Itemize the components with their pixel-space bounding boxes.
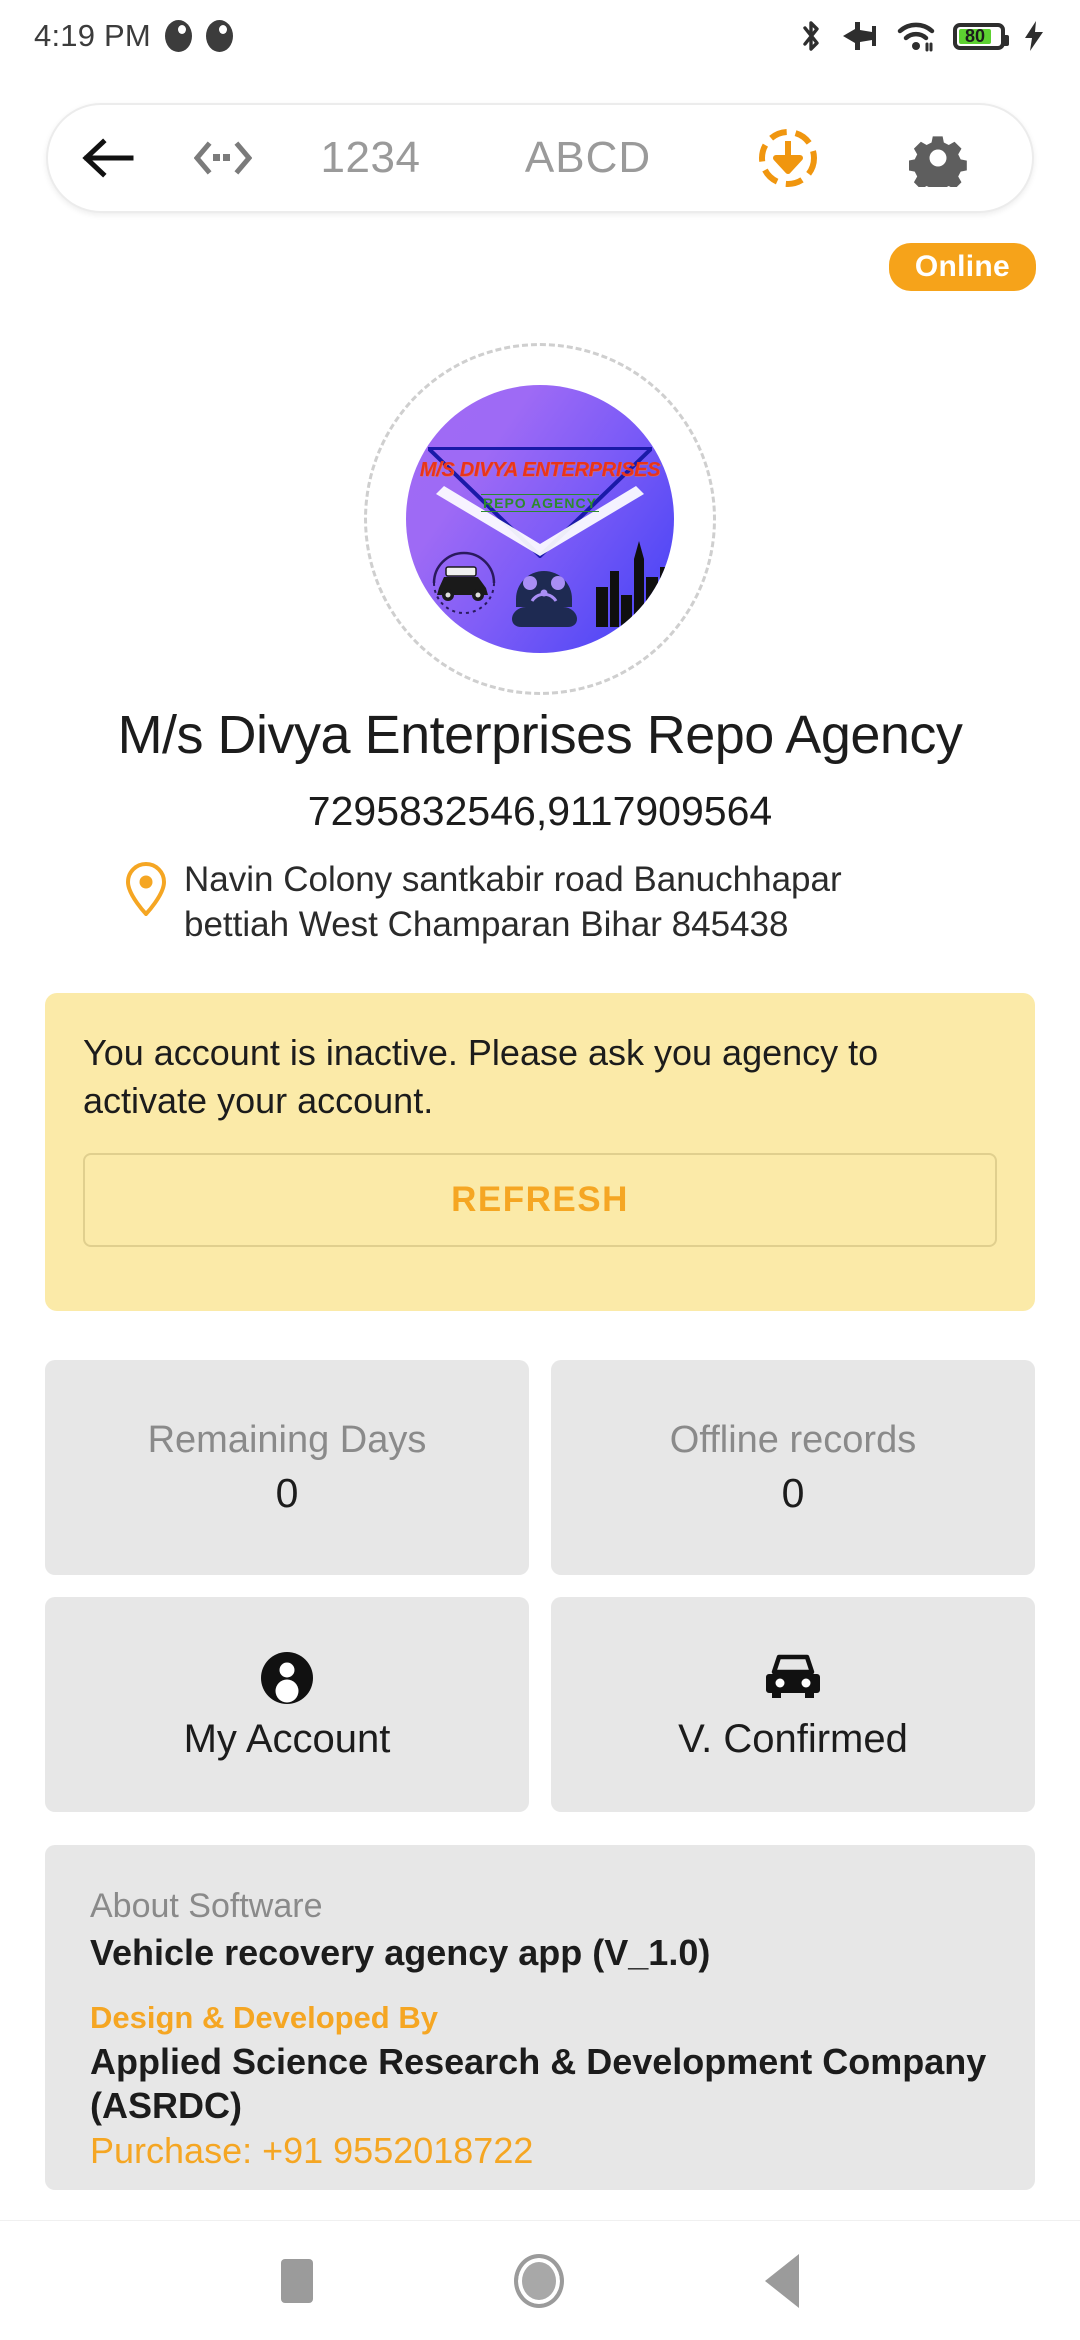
status-bar: 4:19 PM 80 — [0, 0, 1080, 72]
dnd-icon — [205, 20, 233, 52]
triangle-back-icon[interactable] — [765, 2253, 800, 2308]
download-sync-icon — [759, 129, 817, 187]
location-pin-icon — [126, 862, 166, 916]
agency-phone-numbers: 7295832546,9117909564 — [307, 788, 773, 834]
back-button[interactable] — [48, 136, 168, 180]
dnd-icon — [164, 20, 192, 52]
wrench-gear-icon — [512, 571, 577, 627]
square-recents-icon[interactable] — [280, 2258, 313, 2303]
back-arrow-icon — [82, 138, 134, 178]
status-bar-right: 80 — [798, 18, 1046, 54]
dashboard-grid: Remaining Days 0 Offline records 0 My Ac… — [45, 1360, 1035, 1812]
tile-value: 0 — [275, 1469, 299, 1516]
chevron-dots-icon — [194, 141, 252, 175]
tile-value: 0 — [781, 1469, 805, 1516]
status-bar-left: 4:19 PM — [34, 18, 233, 54]
page-title: M/s Divya Enterprises Repo Agency — [117, 705, 963, 765]
airplane-mode-icon — [843, 22, 876, 50]
status-badge: Online — [888, 243, 1036, 291]
tile-label: Offline records — [669, 1418, 917, 1461]
about-software-card: About Software Vehicle recovery agency a… — [45, 1845, 1035, 2190]
remaining-days-tile[interactable]: Remaining Days 0 — [45, 1360, 529, 1575]
agency-address-row: Navin Colony santkabir road Banuchhapar … — [0, 858, 1080, 948]
battery-icon: 80 — [953, 22, 1009, 50]
about-developed-by-label: Design & Developed By — [90, 2000, 438, 2035]
bluetooth-icon — [803, 21, 819, 51]
tile-label: V. Confirmed — [678, 1717, 908, 1761]
refresh-button[interactable]: REFRESH — [83, 1153, 997, 1247]
tile-label: Remaining Days — [147, 1418, 427, 1461]
agency-address: Navin Colony santkabir road Banuchhapar … — [184, 860, 842, 944]
battery-percent: 80 — [964, 26, 986, 46]
offline-records-tile[interactable]: Offline records 0 — [551, 1360, 1035, 1575]
android-navigation-bar — [0, 2220, 1080, 2340]
vehicle-confirmed-tile[interactable]: V. Confirmed — [551, 1597, 1035, 1812]
car-icon — [762, 1647, 824, 1709]
city-skyline-icon — [596, 541, 674, 627]
app-toolbar: 1234 ABCD — [46, 103, 1034, 213]
person-icon — [259, 1647, 315, 1709]
logo-circle: M/S DIVYA ENTERPRISES REPO AGENCY — [406, 385, 674, 653]
about-app-name: Vehicle recovery agency app (V_1.0) — [90, 1932, 711, 1973]
agency-logo: M/S DIVYA ENTERPRISES REPO AGENCY — [364, 343, 716, 695]
download-button[interactable] — [713, 126, 863, 190]
charging-bolt-icon — [1025, 21, 1043, 51]
settings-button[interactable] — [863, 129, 1013, 187]
logo-brand-text: M/S DIVYA ENTERPRISES — [419, 459, 661, 481]
about-purchase-contact[interactable]: Purchase: +91 9552018722 — [90, 2130, 990, 2172]
alpha-plate-field[interactable]: ABCD — [463, 133, 713, 183]
gear-icon — [909, 136, 967, 187]
about-company-name: Applied Science Research & Development C… — [90, 2041, 987, 2126]
numeric-plate-field[interactable]: 1234 — [278, 133, 463, 183]
status-bar-clock: 4:19 PM — [34, 18, 151, 53]
tile-label: My Account — [183, 1717, 391, 1761]
classic-car-icon — [432, 551, 496, 615]
alert-message: You account is inactive. Please ask you … — [83, 1032, 879, 1121]
about-heading: About Software — [90, 1887, 323, 1925]
logo-sub-text: REPO AGENCY — [481, 494, 599, 512]
logo-icon-row — [432, 541, 674, 627]
wifi-icon — [897, 22, 935, 52]
my-account-tile[interactable]: My Account — [45, 1597, 529, 1812]
inactive-account-alert: You account is inactive. Please ask you … — [45, 993, 1035, 1311]
circle-home-icon[interactable] — [513, 2253, 564, 2308]
code-toggle-button[interactable] — [168, 141, 278, 175]
